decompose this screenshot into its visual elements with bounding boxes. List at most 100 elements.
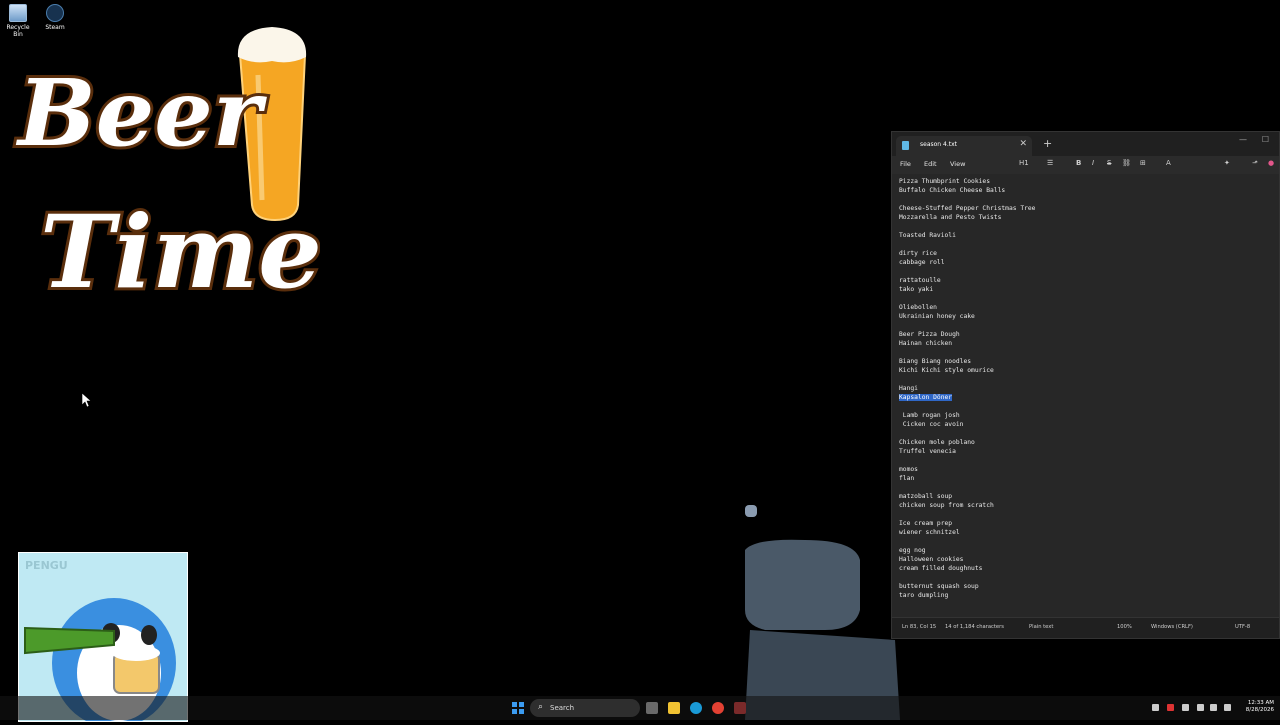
search-icon: ⌕ bbox=[538, 702, 544, 712]
editor-line: egg nog bbox=[899, 547, 926, 554]
tab-title: season 4.txt bbox=[920, 141, 957, 148]
maximize-button[interactable]: ☐ bbox=[1262, 135, 1269, 144]
webcam-overlay bbox=[745, 505, 900, 720]
display-icon[interactable] bbox=[1197, 704, 1204, 711]
editor-line bbox=[899, 294, 1035, 303]
search-label: Search bbox=[550, 704, 575, 712]
editor-line: Hainan chicken bbox=[899, 340, 953, 347]
link-icon[interactable]: ⛓ bbox=[1122, 159, 1131, 167]
minimize-button[interactable]: — bbox=[1239, 135, 1247, 144]
close-tab-icon[interactable]: ✕ bbox=[1019, 139, 1027, 149]
editor-line bbox=[899, 402, 1035, 411]
editor-line bbox=[899, 240, 1035, 249]
editor-line bbox=[899, 429, 1035, 438]
editor-line bbox=[899, 537, 1035, 546]
editor-line: rattatoulle bbox=[899, 277, 941, 284]
editor-line: chicken soup from scratch bbox=[899, 502, 994, 509]
share-icon[interactable]: ⬏ bbox=[1252, 159, 1258, 167]
editor-line: Beer Pizza Dough bbox=[899, 331, 960, 338]
zoom-level[interactable]: 100% bbox=[1117, 624, 1132, 630]
notepad-window[interactable]: season 4.txt ✕ + — ☐ File Edit View H1 ☰… bbox=[891, 131, 1280, 639]
editor-line: Chicken mole poblano bbox=[899, 439, 975, 446]
clear-format-icon[interactable]: A bbox=[1166, 159, 1171, 167]
notepad-file-icon bbox=[902, 141, 909, 150]
strikethrough-icon[interactable]: S bbox=[1107, 159, 1111, 167]
editor-line bbox=[899, 375, 1035, 384]
editor-line bbox=[899, 510, 1035, 519]
title-bar[interactable]: season 4.txt ✕ + — ☐ bbox=[892, 132, 1279, 156]
editor-line: wiener schnitzel bbox=[899, 529, 960, 536]
encoding[interactable]: UTF-8 bbox=[1235, 624, 1250, 630]
editor-line: Oliebollen bbox=[899, 304, 937, 311]
editor-line: Halloween cookies bbox=[899, 556, 964, 563]
tray-app-icon[interactable] bbox=[1167, 704, 1174, 711]
format-indicator[interactable]: Plain text bbox=[1029, 624, 1053, 630]
network-icon[interactable] bbox=[1224, 704, 1231, 711]
menu-bar: File Edit View H1 ☰ B I S ⛓ ⊞ A ✦ ⬏ ● bbox=[892, 156, 1279, 174]
editor-line: Buffalo Chicken Cheese Balls bbox=[899, 187, 1006, 194]
cursor-position: Ln 83, Col 15 bbox=[902, 624, 937, 630]
editor-line: matzoball soup bbox=[899, 493, 953, 500]
profile-icon[interactable]: ● bbox=[1268, 159, 1274, 167]
italic-icon[interactable]: I bbox=[1092, 159, 1094, 167]
editor-line: Cicken coc avoin bbox=[899, 421, 964, 428]
editor-line: Hangi bbox=[899, 385, 918, 392]
heading-dropdown[interactable]: H1 bbox=[1019, 159, 1029, 167]
editor-line bbox=[899, 573, 1035, 582]
clock-time: 12:33 AM bbox=[1247, 700, 1274, 706]
mouse-cursor-icon bbox=[82, 393, 92, 407]
editor-line bbox=[899, 456, 1035, 465]
editor-line bbox=[899, 195, 1035, 204]
editor-line: Lamb rogan josh bbox=[899, 412, 960, 419]
menu-edit[interactable]: Edit bbox=[924, 160, 937, 168]
app-icon[interactable] bbox=[734, 702, 746, 714]
chrome-icon[interactable] bbox=[712, 702, 724, 714]
tray-overflow-icon[interactable] bbox=[1152, 704, 1159, 711]
taskbar: ⌕ Search 12:33 AM 8/28/2026 bbox=[0, 696, 1280, 720]
editor-line: tako yaki bbox=[899, 286, 934, 293]
edge-icon[interactable] bbox=[690, 702, 702, 714]
sticker-watermark: PENGU bbox=[25, 559, 68, 572]
editor-line: Truffel venecia bbox=[899, 448, 956, 455]
editor-line: cream filled doughnuts bbox=[899, 565, 983, 572]
editor-line bbox=[899, 267, 1035, 276]
editor-lines: Pizza Thumbprint Cookies Buffalo Chicken … bbox=[899, 177, 1035, 600]
editor-line: Pizza Thumbprint Cookies bbox=[899, 178, 990, 185]
menu-view[interactable]: View bbox=[950, 160, 965, 168]
editor-line: dirty rice bbox=[899, 250, 937, 257]
clock[interactable]: 12:33 AM 8/28/2026 bbox=[1238, 700, 1274, 714]
character-count: 14 of 1,184 characters bbox=[945, 624, 1004, 630]
text-editor[interactable]: Pizza Thumbprint Cookies Buffalo Chicken … bbox=[892, 174, 1279, 620]
editor-line: butternut squash soup bbox=[899, 583, 979, 590]
editor-line: Mozzarella and Pesto Twists bbox=[899, 214, 1002, 221]
microphone-icon[interactable] bbox=[1182, 704, 1189, 711]
editor-line: momos bbox=[899, 466, 918, 473]
list-icon[interactable]: ☰ bbox=[1047, 159, 1053, 167]
table-icon[interactable]: ⊞ bbox=[1140, 159, 1146, 167]
editor-line: Toasted Ravioli bbox=[899, 232, 956, 239]
editor-line: Ice cream prep bbox=[899, 520, 953, 527]
beer-foam-icon bbox=[237, 27, 307, 63]
editor-line bbox=[899, 222, 1035, 231]
file-explorer-icon[interactable] bbox=[668, 702, 680, 714]
editor-line bbox=[899, 348, 1035, 357]
editor-line: cabbage roll bbox=[899, 259, 945, 266]
editor-line: Kapsalon Döner bbox=[899, 394, 953, 401]
start-button[interactable] bbox=[512, 702, 524, 714]
status-bar: Ln 83, Col 15 14 of 1,184 characters Pla… bbox=[892, 617, 1279, 638]
copilot-icon[interactable]: ✦ bbox=[1224, 159, 1230, 167]
editor-line: Cheese-Stuffed Pepper Christmas Tree bbox=[899, 205, 1036, 212]
editor-line bbox=[899, 483, 1035, 492]
logo-word-time: Time bbox=[40, 193, 320, 305]
editor-line: taro dumpling bbox=[899, 592, 949, 599]
new-tab-button[interactable]: + bbox=[1043, 137, 1052, 150]
bold-icon[interactable]: B bbox=[1076, 159, 1081, 167]
tab-season-4[interactable]: season 4.txt ✕ bbox=[896, 136, 1032, 156]
menu-file[interactable]: File bbox=[900, 160, 911, 168]
task-view-icon[interactable] bbox=[646, 702, 658, 714]
taskbar-search[interactable]: ⌕ Search bbox=[530, 699, 640, 717]
volume-icon[interactable] bbox=[1210, 704, 1217, 711]
editor-line: Ukrainian honey cake bbox=[899, 313, 975, 320]
beer-time-logo: Beer Time bbox=[12, 27, 320, 305]
line-ending[interactable]: Windows (CRLF) bbox=[1151, 624, 1193, 630]
